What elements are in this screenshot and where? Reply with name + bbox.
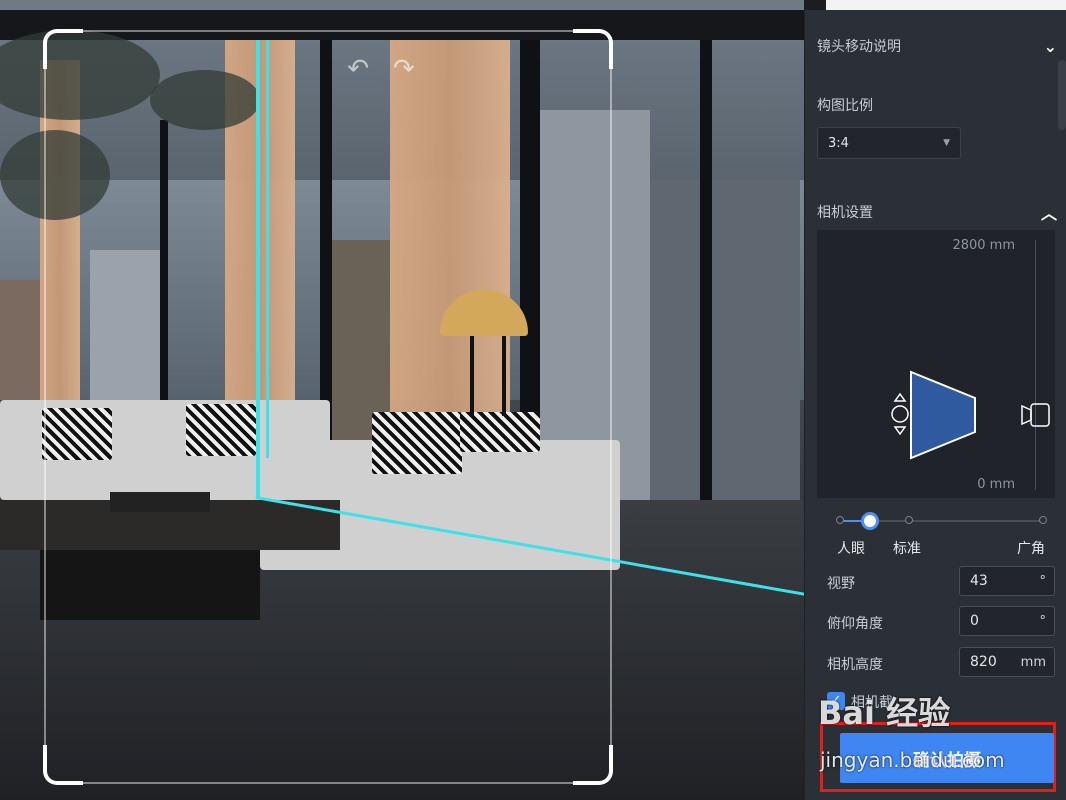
slider-stop[interactable] — [1039, 516, 1047, 524]
composition-header: 构图比例 — [817, 95, 1057, 115]
composition-title: 构图比例 — [817, 98, 873, 114]
building — [650, 180, 800, 540]
height-scale — [1035, 240, 1036, 490]
settings-panel: 镜头移动说明 ⌄ 构图比例 3:4 ▼ 相机设置 ︿ 2800 mm 0 mm — [804, 10, 1066, 800]
window-frame — [700, 10, 712, 570]
camera-frustum-icon — [910, 370, 976, 460]
chevron-down-icon[interactable]: ⌄ — [1044, 37, 1057, 56]
tilt-label: 俯仰角度 — [827, 616, 883, 632]
scrollbar-handle[interactable] — [1058, 60, 1066, 130]
camera-height-visualizer[interactable]: 2800 mm 0 mm — [817, 230, 1055, 498]
frame-corner — [43, 29, 83, 69]
tilt-input[interactable]: 0 ° — [959, 606, 1055, 636]
lens-slider-knob[interactable] — [861, 512, 879, 530]
height-bottom-label: 0 mm — [977, 477, 1015, 492]
camera-settings-header[interactable]: 相机设置 ︿ — [817, 200, 1057, 224]
fov-unit: ° — [1039, 573, 1047, 589]
height-top-label: 2800 mm — [952, 238, 1015, 253]
frame-corner — [573, 745, 613, 785]
height-input[interactable]: 820 mm — [959, 647, 1055, 677]
caret-down-icon: ▼ — [943, 138, 950, 148]
frame-corner — [43, 745, 83, 785]
tilt-unit: ° — [1039, 613, 1047, 629]
composition-select[interactable]: 3:4 ▼ — [817, 127, 961, 159]
camera-icon[interactable] — [1019, 402, 1053, 428]
frame-corner — [573, 29, 613, 69]
fov-input[interactable]: 43 ° — [959, 566, 1055, 596]
watermark-logo: Bai 经验 — [818, 694, 951, 732]
height-value: 820 — [970, 654, 997, 670]
eye-position-icon[interactable] — [889, 392, 911, 436]
preset-wide-angle[interactable]: 广角 — [1017, 538, 1045, 558]
redo-icon[interactable]: ↷ — [393, 54, 415, 84]
slider-stop[interactable] — [836, 516, 844, 524]
preset-standard[interactable]: 标准 — [893, 538, 921, 558]
fov-value: 43 — [970, 573, 988, 589]
scene-viewport[interactable]: ↶ ↷ — [0, 0, 804, 800]
lens-help-title: 镜头移动说明 — [817, 39, 901, 55]
lens-help-header[interactable]: 镜头移动说明 ⌄ — [817, 36, 1057, 56]
toolbar-strip — [826, 0, 1066, 10]
fov-label: 视野 — [827, 576, 855, 592]
watermark-site: jingyan.baidu.com — [820, 748, 1005, 772]
height-unit: mm — [1020, 654, 1046, 670]
preset-human-eye[interactable]: 人眼 — [837, 538, 865, 558]
height-label: 相机高度 — [827, 657, 883, 673]
slider-stop[interactable] — [905, 516, 913, 524]
chevron-up-icon[interactable]: ︿ — [1041, 200, 1057, 224]
undo-icon[interactable]: ↶ — [347, 54, 369, 84]
camera-settings-title: 相机设置 — [817, 205, 873, 221]
composition-value: 3:4 — [828, 135, 849, 151]
tilt-value: 0 — [970, 613, 979, 629]
undo-redo-group: ↶ ↷ — [326, 48, 436, 90]
capture-frame[interactable]: ↶ ↷ — [43, 29, 613, 785]
